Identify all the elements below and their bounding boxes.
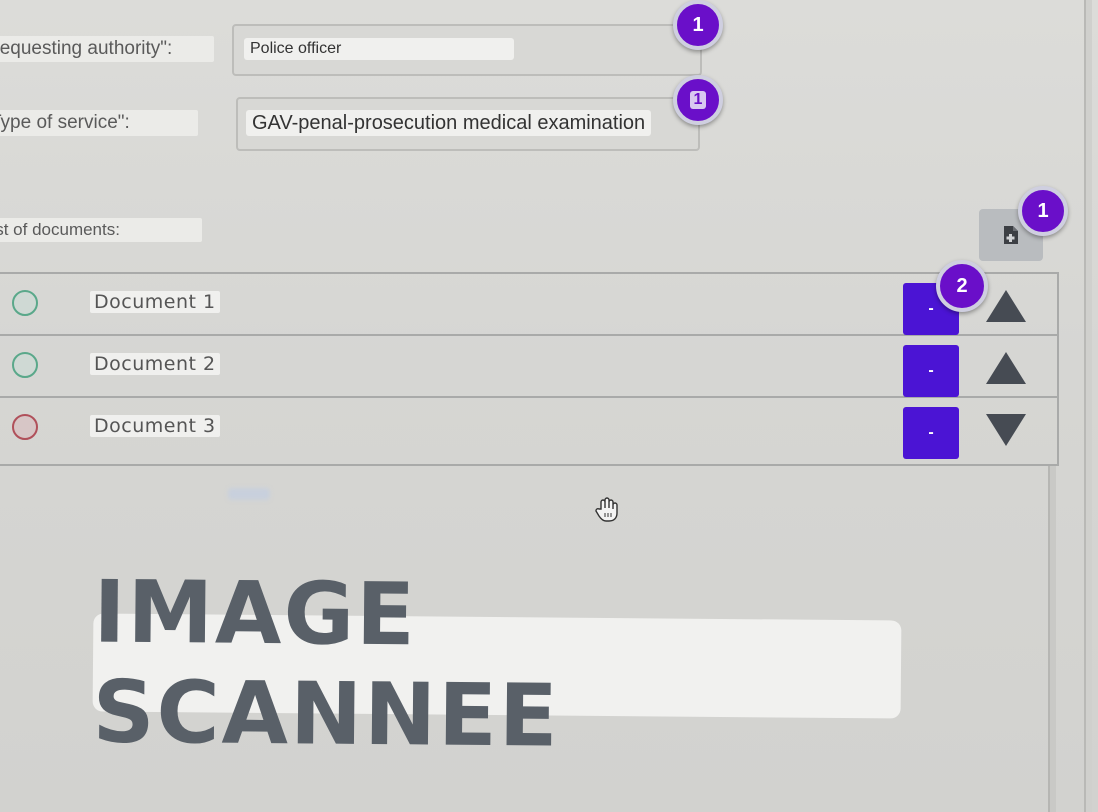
highlight-mark [228,488,270,500]
type-of-service-value: GAV-penal-prosecution medical examinatio… [246,110,652,136]
document-name: Document 3 [90,415,220,437]
table-row[interactable]: Document 3 - [0,398,1057,460]
requesting-authority-field[interactable]: Police officer [232,24,702,76]
remove-document-button[interactable]: - [903,345,959,397]
table-row[interactable]: Document 2 - [0,336,1057,398]
requesting-authority-label: Requesting authority": [0,36,214,62]
type-of-service-label: Type of service": [0,110,198,136]
document-row-count-badge: 2 [936,260,988,312]
move-down-icon[interactable] [984,410,1028,450]
move-up-icon[interactable] [984,348,1028,388]
requesting-authority-value: Police officer [244,38,514,60]
authority-count-badge: 1 [673,0,723,50]
type-of-service-field[interactable]: GAV-penal-prosecution medical examinatio… [236,97,700,151]
documents-table: Document 1 - Document 2 - Document 3 - [0,272,1059,466]
document-name: Document 2 [90,353,220,375]
hand-cursor-icon [595,497,618,522]
move-up-icon[interactable] [984,286,1028,326]
status-indicator-green [12,290,38,316]
panel-edge [1084,0,1092,812]
file-plus-icon [1004,226,1018,244]
panel-divider [1048,466,1056,812]
status-indicator-red [12,414,38,440]
document-name: Document 1 [90,291,220,313]
scanned-image-stamp: IMAGE SCANNEE [92,562,902,767]
table-row[interactable]: Document 1 - [0,274,1057,336]
list-of-documents-label: List of documents: [0,218,202,242]
status-indicator-green [12,352,38,378]
service-count-badge: 1 [673,75,723,125]
remove-document-button[interactable]: - [903,407,959,459]
add-document-count-badge: 1 [1018,186,1068,236]
